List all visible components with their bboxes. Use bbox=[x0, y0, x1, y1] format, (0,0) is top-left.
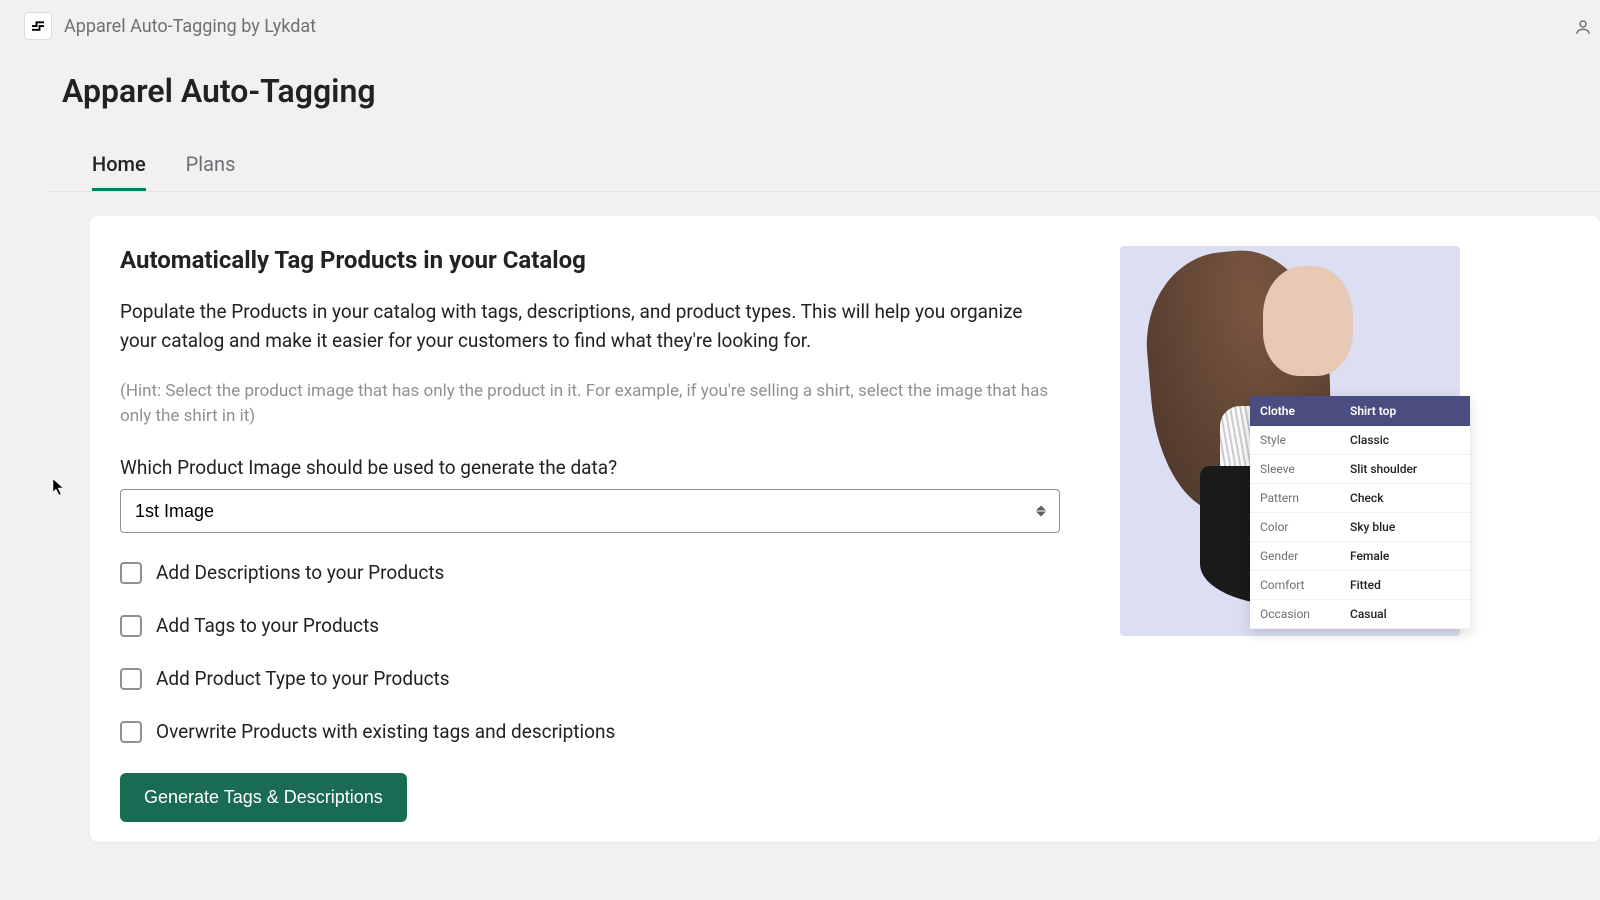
checkbox-add-product-type[interactable] bbox=[120, 668, 142, 690]
checkbox-label[interactable]: Add Tags to your Products bbox=[156, 614, 379, 637]
attr-row: Style Classic bbox=[1250, 426, 1470, 455]
checkbox-row-descriptions: Add Descriptions to your Products bbox=[120, 561, 1060, 584]
hint-text: (Hint: Select the product image that has… bbox=[120, 379, 1060, 428]
image-select-wrapper: 1st Image bbox=[120, 489, 1060, 533]
attr-row: Pattern Check bbox=[1250, 484, 1470, 513]
checkbox-add-descriptions[interactable] bbox=[120, 562, 142, 584]
attr-row: Comfort Fitted bbox=[1250, 571, 1470, 600]
attr-row: Occasion Casual bbox=[1250, 600, 1470, 629]
attr-row: Color Sky blue bbox=[1250, 513, 1470, 542]
image-select[interactable]: 1st Image bbox=[120, 489, 1060, 533]
select-label: Which Product Image should be used to ge… bbox=[120, 456, 1060, 479]
page-title: Apparel Auto-Tagging bbox=[20, 72, 1600, 140]
checkbox-row-overwrite: Overwrite Products with existing tags an… bbox=[120, 720, 1060, 743]
generate-button[interactable]: Generate Tags & Descriptions bbox=[120, 773, 407, 822]
attr-header-left: Clothe bbox=[1250, 396, 1340, 426]
checkbox-row-tags: Add Tags to your Products bbox=[120, 614, 1060, 637]
attr-header-right: Shirt top bbox=[1340, 396, 1470, 426]
attribute-table: Clothe Shirt top Style Classic Sleeve Sl… bbox=[1250, 396, 1470, 629]
section-description: Populate the Products in your catalog wi… bbox=[120, 298, 1060, 355]
checkbox-add-tags[interactable] bbox=[120, 615, 142, 637]
checkbox-label[interactable]: Add Product Type to your Products bbox=[156, 667, 450, 690]
checkbox-label[interactable]: Add Descriptions to your Products bbox=[156, 561, 444, 584]
attr-row: Sleeve Slit shoulder bbox=[1250, 455, 1470, 484]
attr-row: Gender Female bbox=[1250, 542, 1470, 571]
app-logo-icon bbox=[24, 12, 52, 40]
section-heading: Automatically Tag Products in your Catal… bbox=[120, 246, 1060, 274]
checkbox-overwrite[interactable] bbox=[120, 721, 142, 743]
tabs: Home Plans bbox=[50, 140, 1600, 192]
content-card: Automatically Tag Products in your Catal… bbox=[90, 216, 1600, 842]
checkbox-row-product-type: Add Product Type to your Products bbox=[120, 667, 1060, 690]
app-header-title: Apparel Auto-Tagging by Lykdat bbox=[64, 16, 316, 37]
tab-home[interactable]: Home bbox=[92, 140, 146, 191]
preview-section: Clothe Shirt top Style Classic Sleeve Sl… bbox=[1120, 246, 1570, 822]
attribute-table-header: Clothe Shirt top bbox=[1250, 396, 1470, 426]
app-header: Apparel Auto-Tagging by Lykdat bbox=[0, 0, 1600, 52]
checkbox-label[interactable]: Overwrite Products with existing tags an… bbox=[156, 720, 615, 743]
tab-plans[interactable]: Plans bbox=[186, 140, 236, 191]
form-section: Automatically Tag Products in your Catal… bbox=[120, 246, 1060, 822]
user-icon[interactable] bbox=[1574, 18, 1592, 40]
